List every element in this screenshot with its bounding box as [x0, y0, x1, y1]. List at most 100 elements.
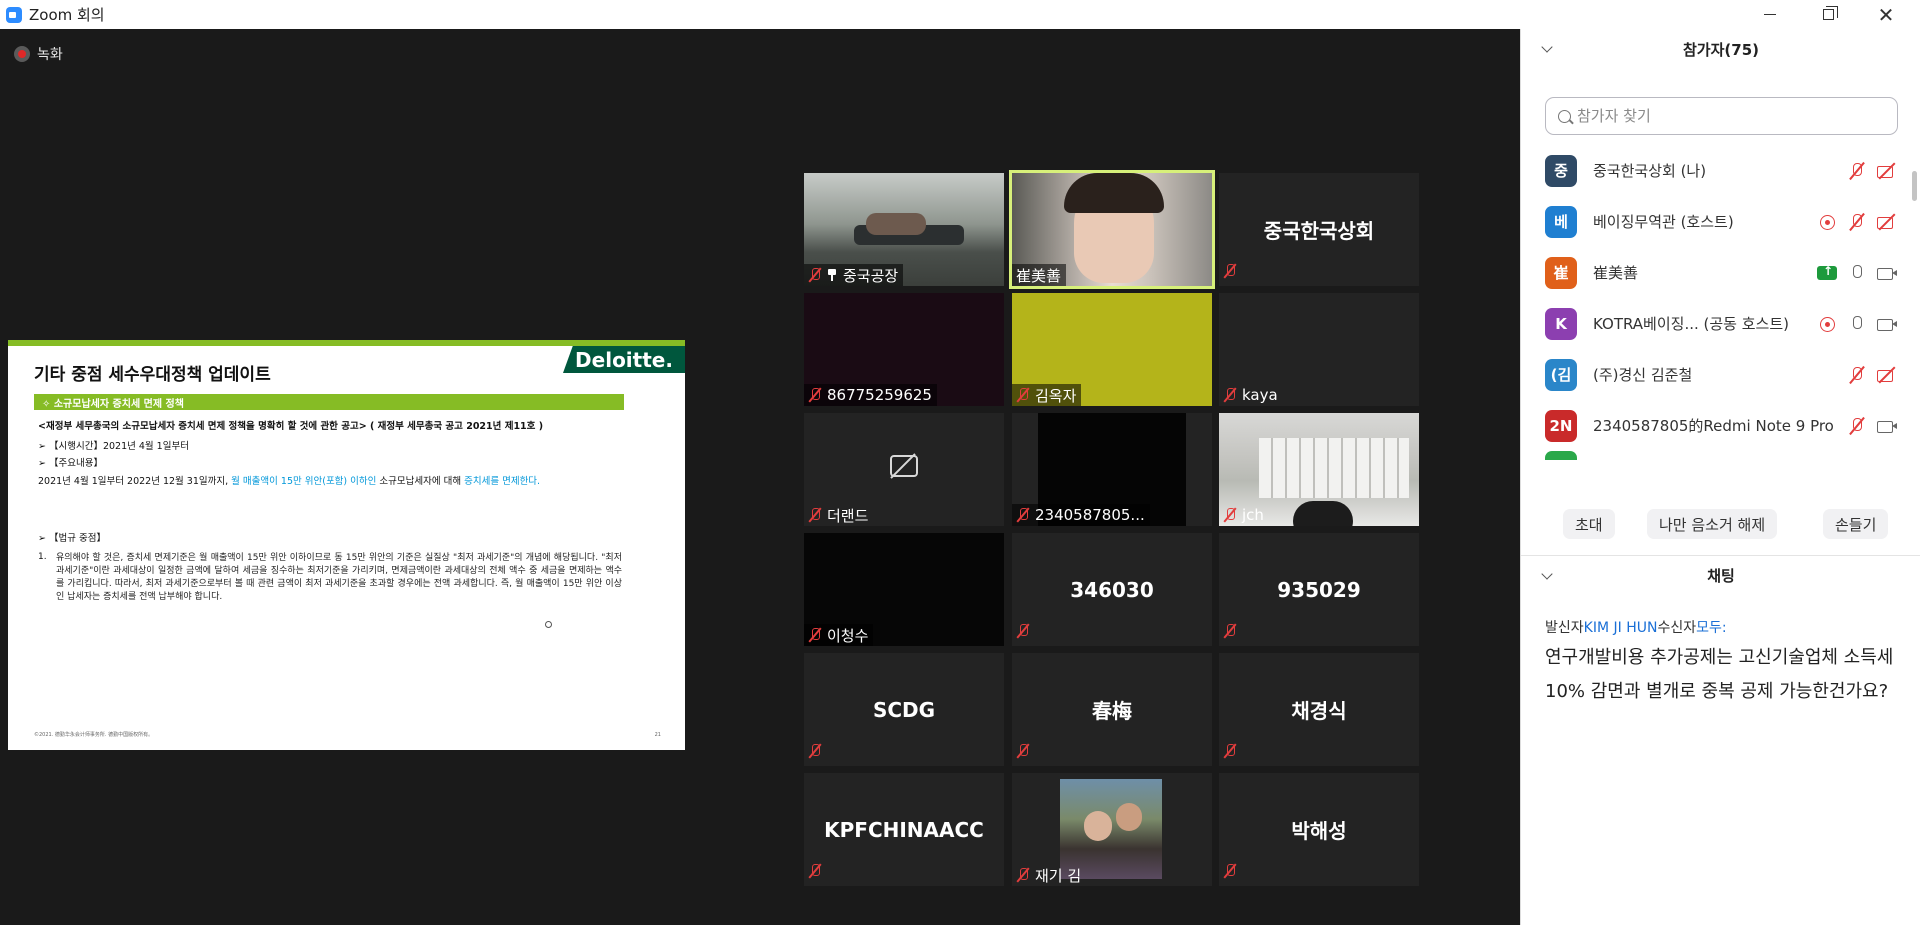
mic-off-icon — [1223, 387, 1237, 403]
camera-icon[interactable] — [1877, 314, 1897, 334]
chat-message-meta: 발신자KIM JI HUN수신자모두: — [1545, 617, 1727, 637]
video-tile[interactable]: SCDG — [804, 653, 1004, 766]
slide-main-content-heading: ➢ 【주요내용】 — [38, 458, 103, 469]
recording-label: 녹화 — [37, 47, 63, 63]
slide-point-number: 1. — [38, 552, 47, 562]
participant-item[interactable]: (김 (주)경신 김준철 — [1521, 349, 1913, 400]
minimize-button[interactable] — [1741, 0, 1799, 29]
video-tile[interactable]: 재기 김 — [1012, 773, 1212, 886]
participant-item-name: 2340587805的Redmi Note 9 Pro — [1593, 417, 1834, 435]
video-tile[interactable]: KPFCHINAACC — [804, 773, 1004, 886]
video-tile[interactable]: jch — [1219, 413, 1419, 526]
chat-title: 채팅 — [1707, 567, 1735, 585]
participant-list-scrollbar[interactable] — [1912, 171, 1917, 201]
video-tile[interactable]: 346030 — [1012, 533, 1212, 646]
mic-off-icon — [1223, 623, 1237, 639]
search-icon — [1558, 109, 1571, 123]
slide-main-content-highlight2: 증치세를 면제한다. — [464, 476, 541, 487]
participant-status-icons — [1837, 416, 1897, 436]
mic-off-icon[interactable] — [1847, 212, 1867, 232]
restore-button[interactable] — [1799, 0, 1857, 29]
zoom-logo-icon — [6, 6, 22, 23]
participants-header[interactable]: 참가자(75) — [1521, 29, 1920, 70]
avatar: 베 — [1545, 205, 1577, 238]
tile-label: 재기 김 — [1012, 864, 1086, 886]
participant-item[interactable]: K KOTRA베이징... (공동 호스트) — [1521, 298, 1913, 349]
participant-name-display: 935029 — [1277, 577, 1361, 602]
video-tile[interactable]: 이청수 — [804, 533, 1004, 646]
video-tile[interactable]: 春梅 — [1012, 653, 1212, 766]
participant-list[interactable]: 중 중국한국상회 (나) 베 베이징무역관 (호스트) 崔 崔美善 ↑ K KO… — [1521, 145, 1913, 460]
participant-name: 86775259625 — [827, 386, 932, 404]
mic-off-icon — [808, 387, 822, 403]
meeting-area: 녹화 Deloitte. 기타 중점 세수우대정책 업데이트 ✧ 소규모납세자 … — [0, 29, 1520, 925]
camera-icon[interactable] — [1877, 416, 1897, 436]
search-input[interactable] — [1577, 107, 1877, 125]
mic-icon[interactable] — [1847, 314, 1867, 334]
participant-item[interactable]: 2N 2340587805的Redmi Note 9 Pro — [1521, 400, 1913, 451]
chat-header[interactable]: 채팅 — [1521, 555, 1920, 595]
mic-icon[interactable] — [1847, 263, 1867, 283]
participant-item[interactable]: 베 베이징무역관 (호스트) — [1521, 196, 1913, 247]
video-tile[interactable]: 박해성 — [1219, 773, 1419, 886]
close-icon: ✕ — [1877, 2, 1895, 27]
mic-off-icon — [1016, 743, 1030, 759]
video-tile[interactable]: kaya — [1219, 293, 1419, 406]
participant-name: 2340587805... — [1035, 506, 1145, 524]
video-tile[interactable]: 중국한국상회 — [1219, 173, 1419, 286]
camera-off-icon[interactable] — [1877, 161, 1897, 181]
slide-title: 기타 중점 세수우대정책 업데이트 — [34, 365, 271, 385]
camera-off-icon[interactable] — [1877, 212, 1897, 232]
mic-off-icon — [808, 863, 822, 879]
chevron-down-icon[interactable] — [1541, 41, 1553, 53]
video-tile[interactable]: 김옥자 — [1012, 293, 1212, 406]
video-tile[interactable]: 채경식 — [1219, 653, 1419, 766]
participants-title: 참가자(75) — [1683, 41, 1759, 59]
video-feed-people — [866, 213, 926, 235]
raise-hand-button[interactable]: 손들기 — [1823, 509, 1889, 539]
slide-point-text: 유의해야 할 것은, 증치세 면제기준은 월 매출액이 15만 위안 이하이므로… — [56, 553, 622, 602]
video-tile[interactable]: 86775259625 — [804, 293, 1004, 406]
participant-item[interactable]: 崔 崔美善 — [1521, 247, 1913, 298]
mic-off-icon[interactable] — [1847, 161, 1867, 181]
chat-sender[interactable]: KIM JI HUN — [1584, 620, 1658, 636]
unmute-me-button[interactable]: 나만 음소거 해제 — [1647, 509, 1778, 539]
participant-item-name: KOTRA베이징... (공동 호스트) — [1593, 315, 1790, 333]
participant-item[interactable]: 중 중국한국상회 (나) — [1521, 145, 1913, 196]
mic-off-icon — [1223, 507, 1237, 523]
avatar: 崔 — [1545, 256, 1577, 289]
mic-off-icon[interactable] — [1847, 365, 1867, 385]
tile-label — [1223, 743, 1242, 763]
camera-icon[interactable] — [1877, 263, 1897, 283]
record-icon — [14, 46, 30, 62]
camera-off-icon[interactable] — [1877, 365, 1897, 385]
invite-button[interactable]: 초대 — [1563, 509, 1615, 539]
minimize-icon — [1764, 14, 1776, 15]
participant-name: kaya — [1242, 386, 1278, 404]
recording-indicator[interactable]: 녹화 — [14, 44, 63, 64]
slide-main-content-part1: 2021년 4월 1일부터 2022년 12월 31일까지, — [38, 476, 232, 487]
chat-from-label: 발신자 — [1545, 620, 1584, 636]
slide-main-content-part2: 소규모납세자에 대해 — [376, 476, 465, 487]
mic-off-icon[interactable] — [1847, 416, 1867, 436]
chevron-down-icon[interactable] — [1541, 568, 1553, 580]
slide-footer: ©2021. 德勤华永会计师事务所. 德勤中国版权所有。 — [34, 732, 154, 738]
recording-icon — [1817, 212, 1837, 232]
video-tile[interactable]: 2340587805... — [1012, 413, 1212, 526]
participant-item-name: 崔美善 — [1593, 264, 1639, 282]
side-panel: 참가자(75) 중 중국한국상회 (나) 베 베이징무역관 (호스트) 崔 崔美… — [1520, 29, 1920, 925]
participant-item-name: 중국한국상회 (나) — [1593, 162, 1707, 180]
tile-label: jch — [1219, 504, 1269, 526]
avatar: (김 — [1545, 358, 1577, 391]
video-tile-active-speaker[interactable]: 崔美善 — [1009, 170, 1215, 289]
chat-recipient[interactable]: 모두: — [1696, 620, 1726, 636]
video-tile[interactable]: 935029 — [1219, 533, 1419, 646]
mic-off-icon — [808, 743, 822, 759]
video-tile[interactable]: 더랜드 — [804, 413, 1004, 526]
slide-key-points-heading: ➢ 【법규 중점】 — [38, 533, 106, 544]
tile-label — [1223, 863, 1242, 883]
close-button[interactable]: ✕ — [1857, 0, 1915, 29]
avatar: 2N — [1545, 409, 1577, 442]
participant-search[interactable] — [1545, 97, 1898, 135]
video-tile[interactable]: 중국공장 — [804, 173, 1004, 286]
